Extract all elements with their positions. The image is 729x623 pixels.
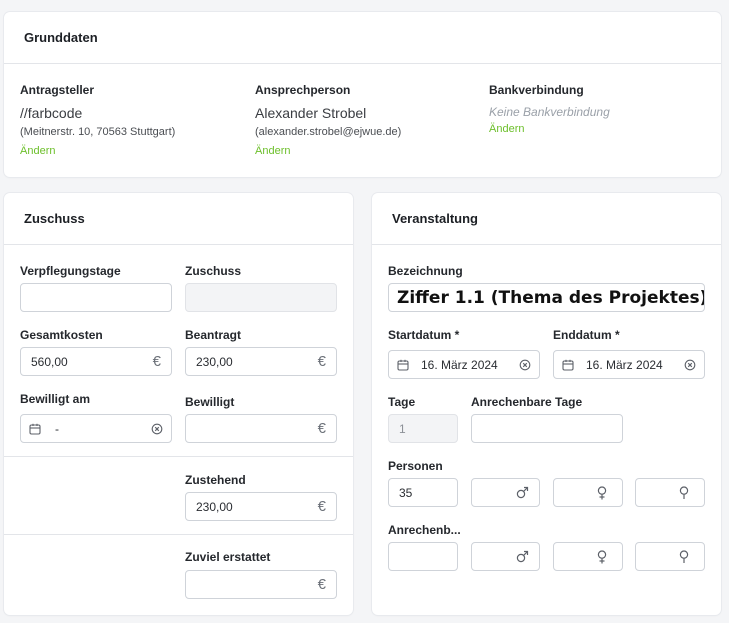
zustehend-value: 230,00 xyxy=(196,499,233,514)
personen-female-input[interactable] xyxy=(553,478,623,507)
euro-icon: € xyxy=(317,353,326,370)
anrechenbare-tage-label: Anrechenbare Tage xyxy=(471,395,583,409)
startdatum-value: 16. März 2024 xyxy=(421,357,498,372)
anrechenbar-female-input[interactable] xyxy=(553,542,623,571)
anrechenbar-male-input[interactable] xyxy=(471,542,540,571)
bankverbindung-label: Bankverbindung xyxy=(489,83,584,97)
euro-icon: € xyxy=(317,576,326,593)
personen-label: Personen xyxy=(388,459,443,473)
bewilligt-am-datepicker[interactable]: - xyxy=(20,414,172,443)
anrechenbar-label: Anrechenb... xyxy=(388,523,461,537)
euro-icon: € xyxy=(152,353,161,370)
beantragt-input[interactable]: 230,00 € xyxy=(185,347,337,376)
antragsteller-address: (Meitnerstr. 10, 70563 Stuttgart) xyxy=(20,126,176,138)
gesamtkosten-value: 560,00 xyxy=(31,354,68,369)
veranstaltung-header: Veranstaltung xyxy=(372,193,721,245)
zuschuss-label: Zuschuss xyxy=(185,264,242,278)
ansprechperson-change-link[interactable]: Ändern xyxy=(255,145,290,157)
calendar-icon xyxy=(29,423,41,435)
bezeichnung-label: Bezeichnung xyxy=(388,264,463,278)
female-icon xyxy=(596,549,608,564)
startdatum-datepicker[interactable]: 16. März 2024 xyxy=(388,350,540,379)
euro-icon: € xyxy=(317,498,326,515)
verpflegungstage-label: Verpflegungstage xyxy=(20,264,121,278)
bankverbindung-empty: Keine Bankverbindung xyxy=(489,105,610,119)
startdatum-label: Startdatum * xyxy=(388,328,460,342)
veranstaltung-title: Veranstaltung xyxy=(392,211,478,226)
male-icon xyxy=(516,486,529,499)
bewilligt-label: Bewilligt xyxy=(185,395,235,409)
gesamtkosten-label: Gesamtkosten xyxy=(20,328,103,342)
calendar-icon xyxy=(562,359,574,371)
anrechenbar-input[interactable] xyxy=(388,542,458,571)
tage-input: 1 xyxy=(388,414,458,443)
female-icon xyxy=(596,485,608,500)
antragsteller-name: //farbcode xyxy=(20,105,83,121)
enddatum-datepicker[interactable]: 16. März 2024 xyxy=(553,350,705,379)
anrechenbar-diverse-input[interactable] xyxy=(635,542,705,571)
tage-label: Tage xyxy=(388,395,416,409)
zuviel-erstattet-input[interactable]: € xyxy=(185,570,337,599)
zuschuss-title: Zuschuss xyxy=(24,211,85,226)
bankverbindung-change-link[interactable]: Ändern xyxy=(489,123,524,135)
ansprechperson-label: Ansprechperson xyxy=(255,83,351,97)
euro-icon: € xyxy=(317,420,326,437)
antragsteller-change-link[interactable]: Ändern xyxy=(20,145,55,157)
ansprechperson-name: Alexander Strobel xyxy=(255,105,367,121)
bewilligt-am-value: - xyxy=(55,421,59,436)
bewilligt-am-label: Bewilligt am xyxy=(20,392,91,406)
grunddaten-title: Grunddaten xyxy=(24,30,98,45)
beantragt-label: Beantragt xyxy=(185,328,242,342)
diverse-icon xyxy=(678,485,690,500)
anrechenbare-tage-input[interactable] xyxy=(471,414,623,443)
enddatum-label: Enddatum * xyxy=(553,328,620,342)
section-divider xyxy=(4,456,353,457)
zuschuss-input xyxy=(185,283,337,312)
tage-value: 1 xyxy=(399,421,406,436)
zuviel-erstattet-label: Zuviel erstattet xyxy=(185,550,271,564)
zustehend-input[interactable]: 230,00 € xyxy=(185,492,337,521)
personen-input[interactable]: 35 xyxy=(388,478,458,507)
veranstaltung-card: Veranstaltung Bezeichnung Ziffer 1.1 (Th… xyxy=(372,193,721,615)
bewilligt-input[interactable]: € xyxy=(185,414,337,443)
personen-male-input[interactable] xyxy=(471,478,540,507)
clear-icon[interactable] xyxy=(151,423,163,435)
clear-icon[interactable] xyxy=(519,359,531,371)
ansprechperson-email: (alexander.strobel@ejwue.de) xyxy=(255,126,402,138)
calendar-icon xyxy=(397,359,409,371)
zuschuss-header: Zuschuss xyxy=(4,193,353,245)
personen-diverse-input[interactable] xyxy=(635,478,705,507)
male-icon xyxy=(516,550,529,563)
gesamtkosten-input[interactable]: 560,00 € xyxy=(20,347,172,376)
zustehend-label: Zustehend xyxy=(185,473,246,487)
personen-value: 35 xyxy=(399,485,413,500)
enddatum-value: 16. März 2024 xyxy=(586,357,663,372)
diverse-icon xyxy=(678,549,690,564)
grunddaten-card: Grunddaten Antragsteller //farbcode (Mei… xyxy=(4,12,721,177)
beantragt-value: 230,00 xyxy=(196,354,233,369)
clear-icon[interactable] xyxy=(684,359,696,371)
zuschuss-card: Zuschuss Verpflegungstage Zuschuss Gesam… xyxy=(4,193,353,615)
section-divider xyxy=(4,534,353,535)
grunddaten-header: Grunddaten xyxy=(4,12,721,64)
antragsteller-label: Antragsteller xyxy=(20,83,95,97)
verpflegungstage-input[interactable] xyxy=(20,283,172,312)
bezeichnung-input[interactable]: Ziffer 1.1 (Thema des Projektes) xyxy=(388,283,705,312)
